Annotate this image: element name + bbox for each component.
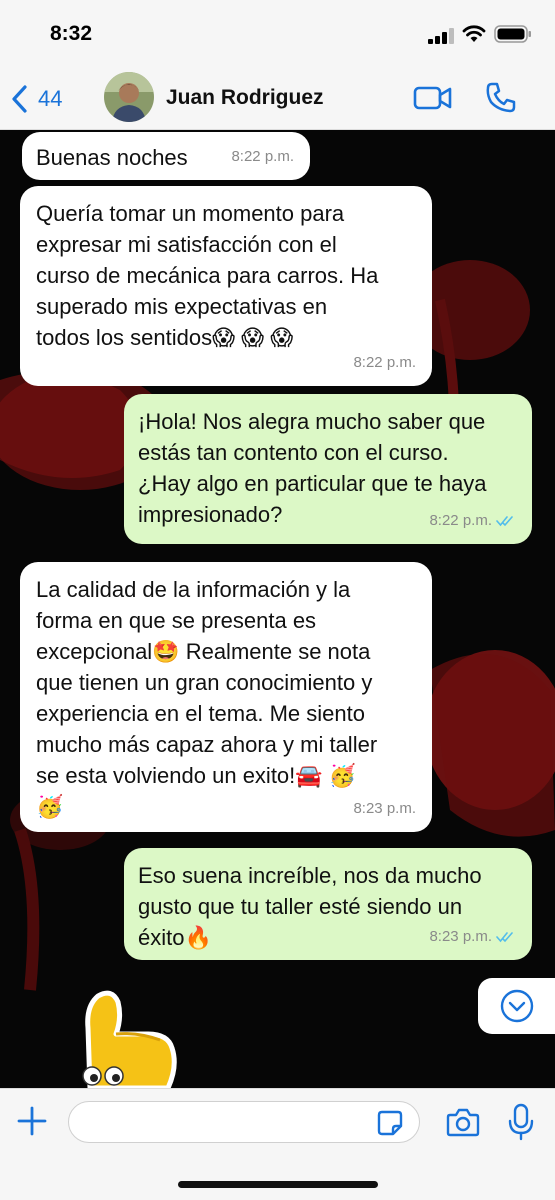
battery-icon [494,25,531,43]
message-text: Quería tomar un momento para expresar mi… [36,201,379,350]
back-chevron-icon [12,85,27,113]
video-call-icon[interactable] [412,82,454,114]
message-bubble-incoming[interactable]: La calidad de la información y la forma … [20,562,432,832]
plus-icon[interactable] [16,1105,48,1137]
contact-name[interactable]: Juan Rodriguez [166,86,324,110]
microphone-icon[interactable] [508,1103,534,1141]
status-time: 8:32 [50,22,93,45]
back-button[interactable]: 44 [10,82,62,116]
chat-area[interactable]: Buenas noches 8:22 p.m. Quería tomar un … [0,130,555,1088]
message-time: 8:22 p.m. [429,512,492,529]
message-time: 8:23 p.m. [353,800,416,817]
chevron-down-icon [500,989,534,1023]
home-indicator [178,1181,378,1188]
avatar[interactable] [104,72,154,122]
message-bubble-outgoing[interactable]: ¡Hola! Nos alegra mucho saber que estás … [124,394,532,544]
chat-header: 44 Juan Rodriguez [0,68,555,130]
composer-bar [0,1088,555,1200]
scroll-to-bottom-button[interactable] [478,978,555,1034]
phone-icon[interactable] [484,80,518,114]
message-text: La calidad de la información y la forma … [36,577,378,819]
read-ticks-icon [496,931,513,942]
message-bubble-incoming[interactable]: Buenas noches 8:22 p.m. [22,132,310,180]
wifi-icon [462,25,486,42]
message-meta: 8:22 p.m. [231,141,294,172]
message-meta: 8:22 p.m. [429,505,516,536]
message-bubble-outgoing[interactable]: Eso suena increíble, nos da mucho gusto … [124,848,532,960]
unread-count: 44 [38,86,63,111]
message-time: 8:23 p.m. [429,928,492,945]
message-meta: 8:23 p.m. [353,793,416,824]
thumbs-up-sticker[interactable] [68,988,184,1088]
message-time: 8:22 p.m. [353,354,416,371]
message-time: 8:22 p.m. [231,148,294,165]
signal-icon [428,28,454,44]
read-ticks-icon [496,515,513,526]
status-bar: 8:32 [0,0,555,68]
message-meta: 8:22 p.m. [353,347,416,378]
camera-icon[interactable] [446,1107,480,1137]
message-meta: 8:23 p.m. [429,921,516,952]
message-bubble-incoming[interactable]: Quería tomar un momento para expresar mi… [20,186,432,386]
sticker-icon[interactable] [376,1109,404,1137]
message-input[interactable] [68,1101,420,1143]
